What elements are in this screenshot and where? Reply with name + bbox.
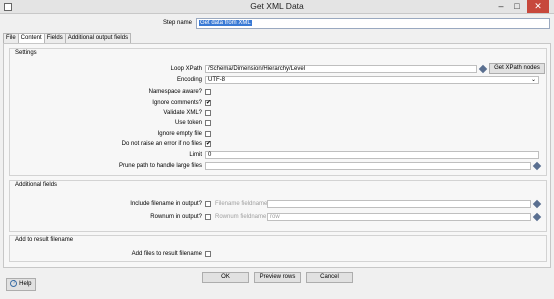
rownum-fieldname-input[interactable]: row <box>267 213 531 221</box>
prune-path-variable-icon <box>532 161 542 171</box>
include-filename-checkbox[interactable] <box>205 201 211 207</box>
add-files-checkbox[interactable] <box>205 251 211 257</box>
tab-content[interactable]: Content <box>17 33 45 43</box>
prune-path-label: Prune path to handle large files <box>118 163 202 169</box>
limit-input[interactable]: 0 <box>205 151 539 159</box>
help-circle-icon: ? <box>10 279 18 287</box>
filename-fieldname-label: Filename fieldname <box>215 201 268 207</box>
chevron-down-icon: ⌄ <box>530 77 536 83</box>
step-name-value: Get data from XML <box>199 20 252 26</box>
encoding-select[interactable]: UTF-8 ⌄ <box>205 76 539 84</box>
ok-button[interactable]: OK <box>202 272 249 283</box>
no-error-no-files-checkbox[interactable]: ✔ <box>205 141 211 147</box>
step-name-input[interactable]: Get data from XML <box>196 18 550 29</box>
tab-file[interactable]: File <box>3 33 19 43</box>
ignore-comments-label: Ignore comments? <box>152 100 202 106</box>
settings-group: Settings Loop XPath /Schema/Dimension/Hi… <box>9 48 547 176</box>
additional-fields-title: Additional fields <box>15 182 58 188</box>
add-files-label: Add files to result filename <box>131 251 202 257</box>
filename-fieldname-input[interactable] <box>267 200 531 208</box>
loop-xpath-variable-icon <box>478 64 488 74</box>
validate-xml-checkbox[interactable] <box>205 110 211 116</box>
cancel-button[interactable]: Cancel <box>306 272 353 283</box>
encoding-label: Encoding <box>176 77 202 83</box>
use-token-label: Use token <box>174 120 202 126</box>
settings-group-title: Settings <box>15 50 37 56</box>
use-token-checkbox[interactable] <box>205 120 211 126</box>
minimize-button[interactable]: – <box>494 0 508 13</box>
include-filename-label: Include filename in output? <box>130 201 202 207</box>
loop-xpath-label: Loop XPath <box>170 66 202 72</box>
ignore-empty-file-checkbox[interactable] <box>205 131 211 137</box>
validate-xml-label: Validate XML? <box>163 110 202 116</box>
result-filename-title: Add to result filename <box>15 237 74 243</box>
encoding-value: UTF-8 <box>208 77 225 83</box>
title-bar: Get XML Data – □ ✕ <box>0 0 554 14</box>
namespace-aware-label: Namespace aware? <box>148 89 202 95</box>
no-error-no-files-label: Do not raise an error if no files <box>121 141 202 147</box>
preview-rows-button[interactable]: Preview rows <box>254 272 301 283</box>
filename-variable-icon <box>532 199 542 209</box>
namespace-aware-checkbox[interactable] <box>205 89 211 95</box>
tab-bar: File Content Fields Additional output field… <box>3 33 132 43</box>
window-title: Get XML Data <box>250 1 304 11</box>
maximize-button[interactable]: □ <box>510 0 524 13</box>
result-filename-group: Add to result filename Add files to resu… <box>9 235 547 262</box>
prune-path-input[interactable] <box>205 162 531 170</box>
close-button[interactable]: ✕ <box>527 0 549 13</box>
ignore-empty-file-label: Ignore empty file <box>157 131 202 137</box>
limit-label: Limit <box>189 152 202 158</box>
rownum-checkbox[interactable] <box>205 214 211 220</box>
help-label: Help <box>19 281 32 287</box>
rownum-fieldname-label: Rownum fieldname <box>215 214 267 220</box>
content-tab-panel: Settings Loop XPath /Schema/Dimension/Hi… <box>3 43 551 268</box>
additional-fields-group: Additional fields Include filename in ou… <box>9 180 547 232</box>
help-button[interactable]: ? Help <box>6 278 36 291</box>
ignore-comments-checkbox[interactable]: ✔ <box>205 100 211 106</box>
rownum-variable-icon <box>532 212 542 222</box>
step-name-label: Step name <box>162 20 192 26</box>
tab-additional-output-fields[interactable]: Additional output fields <box>64 33 132 43</box>
get-xpath-nodes-button[interactable]: Get XPath nodes <box>489 63 545 74</box>
tab-fields[interactable]: Fields <box>43 33 66 43</box>
loop-xpath-input[interactable]: /Schema/Dimension/Hierarchy/Level <box>205 65 477 73</box>
rownum-label: Rownum in output? <box>150 214 202 220</box>
